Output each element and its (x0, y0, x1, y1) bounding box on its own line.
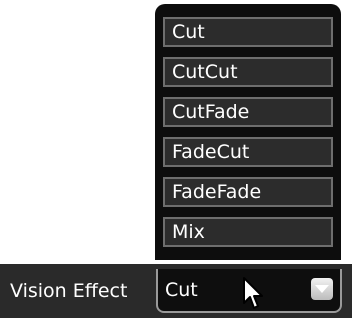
option-fadecut[interactable]: FadeCut (163, 137, 333, 167)
option-cutfade[interactable]: CutFade (163, 97, 333, 127)
vision-effect-bar: Vision Effect Cut (0, 264, 352, 318)
vision-effect-dropdown-list: Cut CutCut CutFade FadeCut FadeFade Mix (155, 4, 341, 260)
option-fadefade[interactable]: FadeFade (163, 177, 333, 207)
option-mix[interactable]: Mix (163, 217, 333, 247)
mouse-pointer-icon (243, 277, 263, 309)
option-cut[interactable]: Cut (163, 17, 333, 47)
chevron-down-icon[interactable] (311, 278, 333, 300)
option-cutcut[interactable]: CutCut (163, 57, 333, 87)
vision-effect-label: Vision Effect (10, 280, 128, 302)
vision-effect-panel: Cut CutCut CutFade FadeCut FadeFade Mix … (0, 0, 352, 318)
vision-effect-selected-value: Cut (165, 279, 198, 301)
